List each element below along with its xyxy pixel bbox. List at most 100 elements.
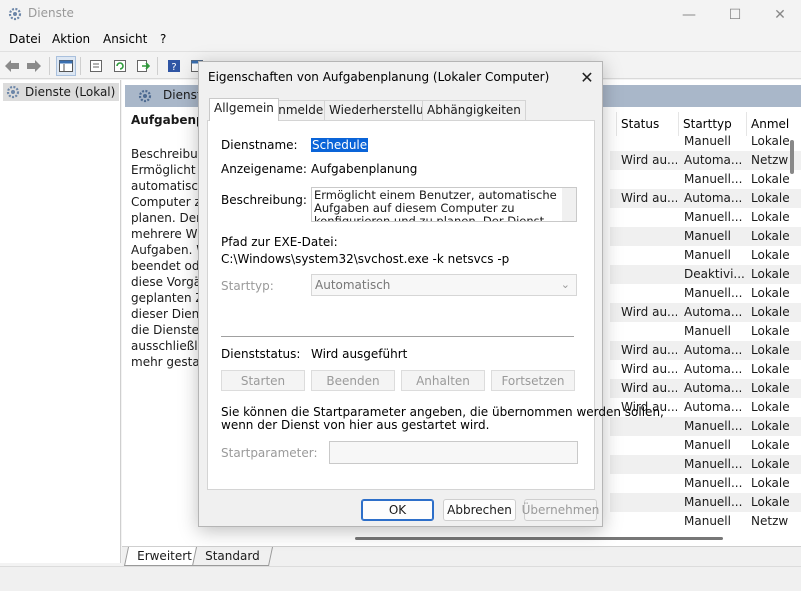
forward-arrow-icon[interactable] (24, 56, 44, 76)
fortsetzen-button[interactable]: Fortsetzen (491, 370, 575, 391)
anmelden-cell: Lokale (751, 495, 790, 509)
table-row[interactable]: Manuell... Lokale (610, 493, 801, 512)
help-icon[interactable]: ? (164, 56, 184, 76)
ok-button[interactable]: OK (361, 499, 434, 521)
table-row[interactable]: Manuell Lokale (610, 227, 801, 246)
starttyp-cell: Manuell (684, 514, 731, 528)
starttyp-cell: Manuell (684, 248, 731, 262)
table-row[interactable]: Deaktivi... Lokale (610, 265, 801, 284)
minimize-button[interactable]: — (666, 0, 712, 30)
table-row[interactable]: Manuell Lokale (610, 246, 801, 265)
table-row[interactable]: Manuell Lokale (610, 436, 801, 455)
properties-dialog: Eigenschaften von Aufgabenplanung (Lokal… (198, 61, 664, 527)
gear-icon (8, 7, 22, 21)
startparameter-label: Startparameter: (221, 446, 318, 460)
starttyp-cell: Manuell... (684, 419, 743, 433)
status-cell: Wird au... (621, 381, 677, 395)
anmelden-cell: Lokale (751, 248, 790, 262)
table-row[interactable]: Wird au... Automa... Lokale (610, 303, 801, 322)
startparameter-input[interactable] (329, 441, 578, 464)
menu-datei[interactable]: Datei (9, 32, 41, 46)
gear-icon (138, 89, 152, 103)
anmelden-cell: Lokale (751, 419, 790, 433)
starttyp-cell: Automa... (684, 305, 743, 319)
table-row[interactable]: Manuell... Lokale (610, 170, 801, 189)
anmelden-cell: Lokale (751, 267, 790, 281)
beschreibung-label: Beschreibung: (221, 193, 307, 207)
table-row[interactable]: Manuell Lokale (610, 322, 801, 341)
separator (221, 336, 574, 337)
starttyp-cell: Manuell (684, 324, 731, 338)
anmelden-cell: Lokale (751, 191, 790, 205)
close-icon: ✕ (580, 67, 594, 87)
refresh-icon[interactable] (110, 56, 130, 76)
dienstname-value[interactable]: Schedule (311, 138, 369, 152)
table-row[interactable]: Manuell... Lokale (610, 455, 801, 474)
tab-abhaengigkeiten[interactable]: Abhängigkeiten (422, 100, 526, 120)
starttyp-cell: Automa... (684, 362, 743, 376)
anmelden-cell: Lokale (751, 324, 790, 338)
bottom-tab-strip: Erweitert Standard (122, 546, 801, 566)
status-cell: Wird au... (621, 343, 677, 357)
exe-path-value[interactable]: C:\Windows\system32\svchost.exe -k netsv… (221, 252, 509, 266)
dienststatus-label: Dienststatus: (221, 347, 301, 361)
uebernehmen-button[interactable]: Übernehmen (522, 499, 599, 521)
table-row[interactable]: Manuell... Lokale (610, 284, 801, 303)
starttyp-label: Starttyp: (221, 279, 274, 293)
starttyp-select[interactable]: Automatisch ⌄ (311, 274, 577, 296)
anhalten-button[interactable]: Anhalten (401, 370, 485, 391)
table-row[interactable]: Wird au... Automa... Lokale (610, 360, 801, 379)
description-scrollbar[interactable] (562, 188, 576, 221)
maximize-button[interactable]: ☐ (712, 0, 758, 30)
table-row[interactable]: Manuell... Lokale (610, 208, 801, 227)
anmelden-cell: Lokale (751, 362, 790, 376)
table-row[interactable]: Wird au... Automa... Netzw (610, 151, 801, 170)
anzeigename-value[interactable]: Aufgabenplanung (311, 162, 417, 176)
starttyp-cell: Manuell... (684, 286, 743, 300)
horizontal-scrollbar[interactable] (355, 537, 723, 540)
vertical-scrollbar[interactable] (790, 140, 794, 174)
starttyp-cell: Automa... (684, 400, 743, 414)
table-row[interactable]: Manuell... Lokale (610, 417, 801, 436)
dialog-title: Eigenschaften von Aufgabenplanung (Lokal… (208, 70, 550, 84)
menu-ansicht[interactable]: Ansicht (103, 32, 147, 46)
starten-button[interactable]: Starten (221, 370, 305, 391)
properties-icon[interactable] (86, 56, 106, 76)
dienstname-label: Dienstname: (221, 138, 298, 152)
chevron-down-icon: ⌄ (560, 278, 570, 291)
console-tree-icon[interactable] (56, 56, 76, 76)
tab-allgemein[interactable]: Allgemein (209, 98, 279, 121)
starttyp-cell: Automa... (684, 153, 743, 167)
tree-pane: Dienste (Lokal) (0, 80, 121, 563)
abbrechen-button[interactable]: Abbrechen (443, 499, 516, 521)
export-icon[interactable] (133, 56, 153, 76)
dialog-close-button[interactable]: ✕ (575, 66, 599, 88)
menu-help[interactable]: ? (160, 32, 166, 46)
starttyp-cell: Manuell... (684, 172, 743, 186)
anmelden-cell: Lokale (751, 343, 790, 357)
beschreibung-textbox[interactable]: Ermöglicht einem Benutzer, automatische … (311, 187, 577, 222)
menu-aktion[interactable]: Aktion (52, 32, 90, 46)
service-description-title: Aufgabenplanung (131, 113, 201, 127)
back-arrow-icon[interactable] (2, 56, 22, 76)
table-row[interactable]: Wird au... Automa... Lokale (610, 189, 801, 208)
close-button[interactable]: ✕ (757, 0, 801, 30)
starttyp-cell: Manuell... (684, 476, 743, 490)
anmelden-cell: Lokale (751, 476, 790, 490)
tab-standard[interactable]: Standard (191, 547, 273, 566)
starttyp-cell: Manuell (684, 438, 731, 452)
table-row[interactable]: Manuell Netzw (610, 512, 801, 531)
table-row[interactable]: Manuell Lokale (610, 132, 801, 151)
starttyp-cell: Manuell... (684, 457, 743, 471)
svg-text:?: ? (171, 62, 176, 73)
table-row[interactable]: Wird au... Automa... Lokale (610, 379, 801, 398)
anmelden-cell: Lokale (751, 305, 790, 319)
beenden-button[interactable]: Beenden (311, 370, 395, 391)
anmelden-cell: Lokale (751, 286, 790, 300)
anmelden-cell: Lokale (751, 229, 790, 243)
table-row[interactable]: Wird au... Automa... Lokale (610, 341, 801, 360)
tree-item-dienste-lokal[interactable]: Dienste (Lokal) (3, 83, 120, 101)
table-row[interactable]: Manuell... Lokale (610, 474, 801, 493)
anmelden-cell: Lokale (751, 457, 790, 471)
starttyp-cell: Manuell... (684, 210, 743, 224)
